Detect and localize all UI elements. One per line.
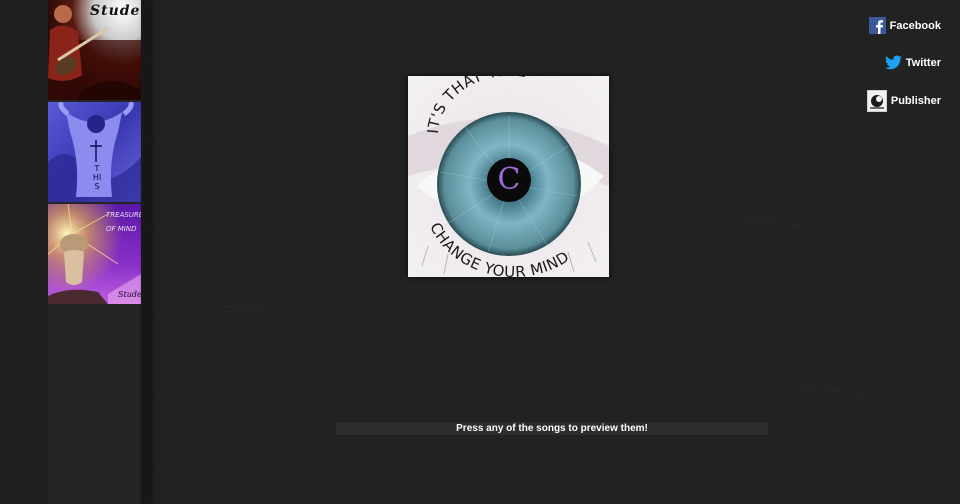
album-thumbnail-this[interactable]: THIS [48, 102, 141, 202]
center-letter: C [498, 162, 521, 197]
album-thumbnail-treasure-of-mind[interactable]: TREASURE OF MIND Studer [48, 204, 141, 304]
preview-hint-bar: Press any of the songs to preview them! [336, 422, 768, 435]
album-title-this: THIS [92, 164, 102, 191]
twitter-icon [884, 54, 902, 71]
facebook-label: Facebook [889, 19, 941, 32]
album-thumbnail-studer[interactable]: Studer [48, 0, 141, 100]
publisher-link[interactable]: Publisher [866, 90, 941, 112]
facebook-link[interactable]: Facebook [868, 17, 941, 34]
facebook-icon [868, 17, 886, 34]
publisher-logo-icon [866, 90, 887, 112]
album-title-studer: Studer [90, 3, 141, 19]
twitter-label: Twitter [905, 56, 941, 69]
publisher-label: Publisher [890, 95, 941, 107]
twitter-link[interactable]: Twitter [884, 54, 941, 71]
featured-album-cover[interactable]: C IT'S THAT TIME CHANGE YOUR MIND [408, 62, 609, 281]
preview-hint-text: Press any of the songs to preview them! [456, 423, 648, 434]
eye-album-art: C IT'S THAT TIME CHANGE YOUR MIND [408, 62, 609, 281]
album-artist-studer: Studer [118, 290, 141, 299]
sidebar-edge [141, 0, 150, 504]
left-gutter [0, 0, 48, 504]
album-title-treasure-of-mind: TREASURE OF MIND [106, 211, 141, 233]
album-sidebar: Studer THIS [48, 0, 141, 504]
